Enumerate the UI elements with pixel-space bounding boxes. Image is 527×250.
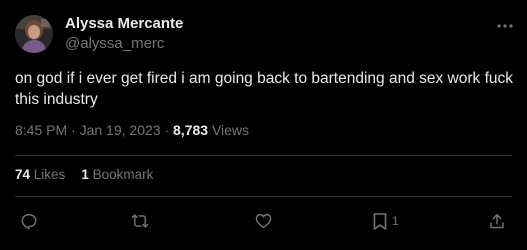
engagement-stats: 74 Likes 1 Bookmark xyxy=(15,167,153,182)
likes-stat[interactable]: 74 Likes xyxy=(15,167,65,182)
bookmark-action-count: 1 xyxy=(392,214,399,228)
retweet-button[interactable] xyxy=(130,210,150,232)
tweet-time[interactable]: 8:45 PM xyxy=(15,122,67,138)
meta-separator: · xyxy=(67,122,80,138)
bookmarks-count: 1 xyxy=(81,167,89,182)
divider xyxy=(15,155,512,156)
more-options-icon[interactable] xyxy=(495,18,515,34)
user-handle[interactable]: @alyssa_merc xyxy=(65,34,183,54)
bookmark-icon xyxy=(373,212,387,230)
share-icon xyxy=(490,213,504,228)
action-bar: 1 xyxy=(0,206,527,236)
meta-separator: · xyxy=(160,122,174,138)
likes-label: Likes xyxy=(33,167,66,182)
user-names: Alyssa Mercante @alyssa_merc xyxy=(65,14,183,54)
avatar-image xyxy=(15,15,53,53)
tweet-date[interactable]: Jan 19, 2023 xyxy=(80,122,161,138)
reply-button[interactable] xyxy=(20,210,38,232)
tweet-meta: 8:45 PM · Jan 19, 2023 · 8,783 Views xyxy=(15,122,249,138)
display-name[interactable]: Alyssa Mercante xyxy=(65,14,183,34)
like-button[interactable] xyxy=(254,210,273,232)
avatar[interactable] xyxy=(15,15,53,53)
tweet-text: on god if i ever get fired i am going ba… xyxy=(15,70,514,108)
bookmarks-stat[interactable]: 1 Bookmark xyxy=(81,167,153,182)
views-count: 8,783 xyxy=(173,122,209,138)
bookmarks-label: Bookmark xyxy=(92,167,154,182)
tweet-card: Alyssa Mercante @alyssa_merc on god if i… xyxy=(0,0,527,250)
share-button[interactable] xyxy=(488,210,506,232)
likes-count: 74 xyxy=(15,167,31,182)
retweet-icon xyxy=(131,214,149,228)
bookmark-button[interactable]: 1 xyxy=(372,210,399,232)
tweet-header: Alyssa Mercante @alyssa_merc xyxy=(15,14,183,54)
views-label: Views xyxy=(211,122,250,138)
divider xyxy=(15,196,512,197)
reply-icon xyxy=(21,213,37,230)
heart-icon xyxy=(255,213,272,229)
